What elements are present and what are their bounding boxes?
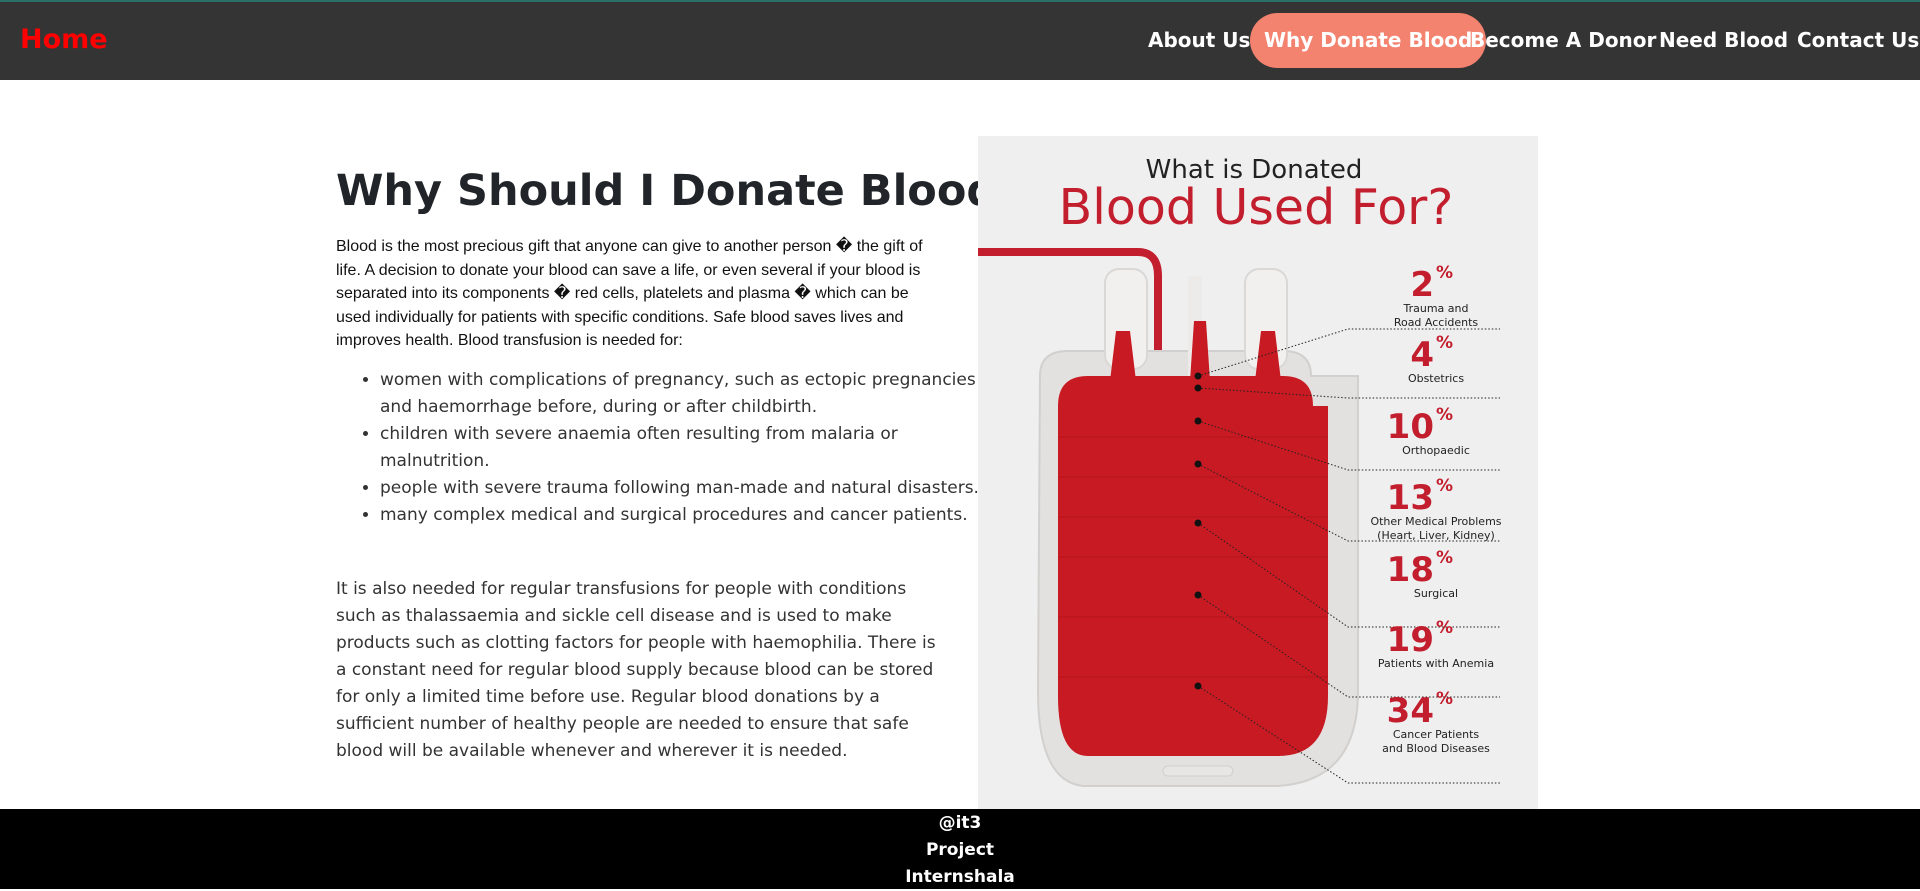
stat-item: 4 % Obstetrics <box>1408 333 1464 385</box>
stat-value: 2 <box>1410 265 1434 305</box>
page-title: Why Should I Donate Blood ? <box>336 166 1038 216</box>
stat-value: 19 <box>1387 620 1434 660</box>
stat-item: 34 % Cancer Patientsand Blood Diseases <box>1382 689 1490 755</box>
list-item: people with severe trauma following man-… <box>380 475 986 502</box>
stat-value: 13 <box>1387 478 1434 518</box>
stat-label: Road Accidents <box>1394 316 1479 329</box>
stat-percent-sign: % <box>1436 618 1453 638</box>
stat-percent-sign: % <box>1436 548 1453 568</box>
blood-fill <box>1058 376 1328 756</box>
infographic-stats: 2 % Trauma andRoad Accidents 4 % Obstetrics 10… <box>1370 263 1501 755</box>
stat-label: Cancer Patients <box>1393 728 1480 741</box>
stat-label: Patients with Anemia <box>1378 657 1494 670</box>
stat-label: (Heart, Liver, Kidney) <box>1377 529 1495 542</box>
intro-paragraph: Blood is the most precious gift that any… <box>336 238 923 349</box>
outro-paragraph: It is also needed for regular transfusio… <box>336 579 936 761</box>
footer-line: @it3 <box>938 813 982 833</box>
footer-line: Project <box>925 840 995 860</box>
stat-value: 4 <box>1410 335 1434 375</box>
nav-become-a-donor[interactable]: Become A Donor <box>1470 13 1656 68</box>
transfusion-needs-list: women with complications of pregnancy, s… <box>336 367 986 529</box>
stat-percent-sign: % <box>1436 263 1453 283</box>
infographic-heading-large: Blood Used For? <box>1059 179 1454 236</box>
navbar: Home About Us Why Donate Blood Become A … <box>0 2 1920 80</box>
footer-line: Internshala <box>905 867 1015 887</box>
stat-percent-sign: % <box>1436 333 1453 353</box>
list-item: children with severe anaemia often resul… <box>380 421 986 475</box>
nav-need-blood[interactable]: Need Blood <box>1659 13 1788 68</box>
stat-item: 13 % Other Medical Problems(Heart, Liver, … <box>1370 476 1501 542</box>
stat-value: 10 <box>1387 407 1434 447</box>
list-item: many complex medical and surgical proced… <box>380 502 986 529</box>
stat-label: Trauma and <box>1403 302 1469 315</box>
nav-about-us[interactable]: About Us <box>1148 13 1250 68</box>
stat-label: Other Medical Problems <box>1370 515 1501 528</box>
main-content: Why Should I Donate Blood ? Blood is the… <box>0 80 1920 809</box>
stat-value: 18 <box>1387 550 1434 590</box>
home-link[interactable]: Home <box>20 24 108 55</box>
stat-item: 2 % Trauma andRoad Accidents <box>1394 263 1479 329</box>
stat-item: 18 % Surgical <box>1387 548 1458 600</box>
stat-value: 34 <box>1387 691 1434 731</box>
bag-bottom-tab <box>1162 765 1234 777</box>
stat-label: Orthopaedic <box>1402 444 1470 457</box>
stat-label: Obstetrics <box>1408 372 1464 385</box>
stat-label: and Blood Diseases <box>1382 742 1490 755</box>
stat-label: Surgical <box>1414 587 1458 600</box>
blood-usage-infographic: What is Donated Blood Used For? 2 % Trau… <box>978 136 1538 809</box>
nav-contact-us[interactable]: Contact Us <box>1797 13 1919 68</box>
stat-item: 19 % Patients with Anemia <box>1378 618 1494 670</box>
stat-percent-sign: % <box>1436 476 1453 496</box>
list-item: women with complications of pregnancy, s… <box>380 367 986 421</box>
nav-why-donate-blood[interactable]: Why Donate Blood <box>1250 13 1487 68</box>
footer: @it3 Project Internshala <box>0 809 1920 889</box>
stat-item: 10 % Orthopaedic <box>1387 405 1470 457</box>
stat-percent-sign: % <box>1436 689 1453 709</box>
infographic-image: What is Donated Blood Used For? 2 %Traum… <box>978 155 1502 787</box>
stat-percent-sign: % <box>1436 405 1453 425</box>
